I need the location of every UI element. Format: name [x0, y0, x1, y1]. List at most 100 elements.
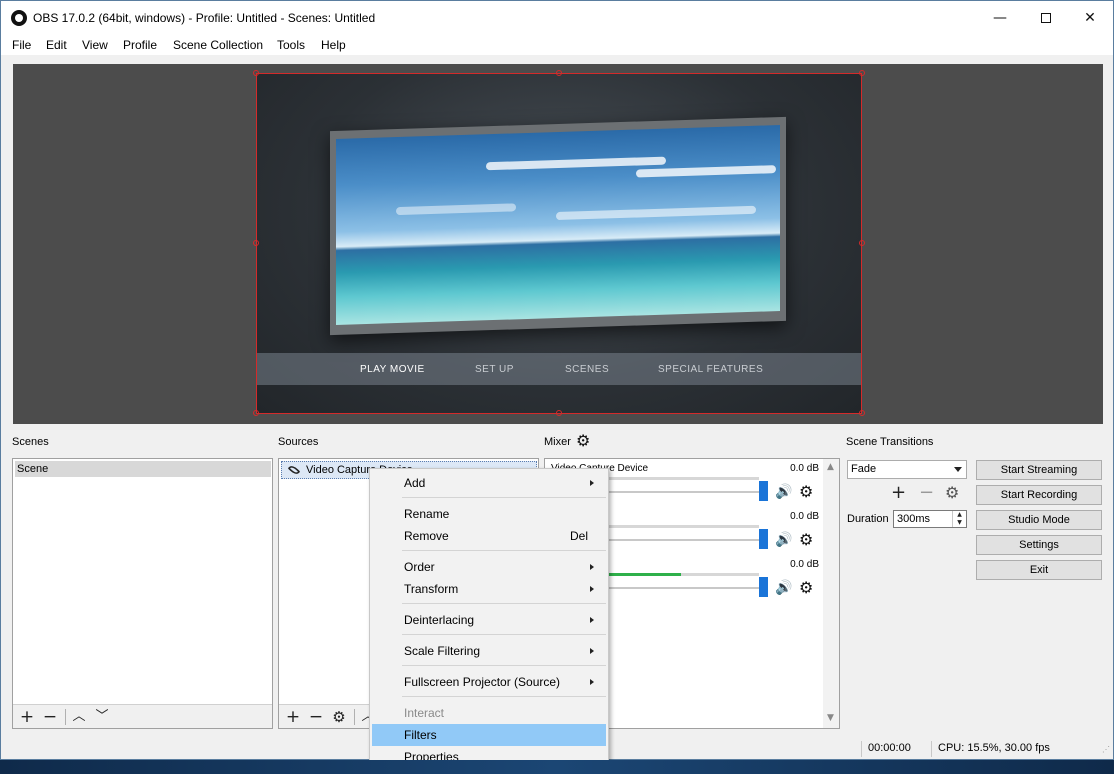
resize-grip-icon[interactable]: ⋰ [1102, 745, 1110, 754]
transition-select-value: Fade [851, 463, 877, 475]
menu-view[interactable]: View [82, 38, 108, 52]
submenu-arrow-icon [590, 617, 594, 623]
menu-profile[interactable]: Profile [123, 38, 157, 52]
close-button[interactable]: ✕ [1067, 1, 1113, 35]
exit-button[interactable]: Exit [976, 560, 1102, 580]
cm-filters[interactable]: Filters [372, 724, 606, 746]
eye-icon[interactable] [287, 463, 301, 477]
cm-fullscreen-projector[interactable]: Fullscreen Projector (Source) [372, 671, 606, 693]
resize-handle[interactable] [253, 240, 259, 246]
remove-transition-icon[interactable]: − [919, 483, 934, 503]
cm-transform-label: Transform [404, 582, 459, 596]
speaker-icon[interactable]: 🔊 [775, 580, 793, 596]
cm-remove[interactable]: Remove Del [372, 525, 606, 547]
menu-separator [402, 634, 606, 635]
cm-add[interactable]: Add [372, 472, 606, 494]
dvd-special-features: SPECIAL FEATURES [658, 364, 764, 375]
volume-slider-knob[interactable] [759, 529, 768, 549]
cm-remove-shortcut: Del [569, 529, 588, 543]
cm-add-label: Add [404, 476, 426, 490]
mixer-scrollbar[interactable]: ▲ ▼ [823, 459, 839, 728]
scroll-down-icon[interactable]: ▼ [827, 713, 834, 723]
cm-transform[interactable]: Transform [372, 578, 606, 600]
duration-label: Duration [847, 513, 889, 525]
gear-icon[interactable]: ⚙ [799, 532, 813, 548]
resize-handle[interactable] [859, 240, 865, 246]
maximize-icon [1041, 13, 1051, 23]
obs-logo-icon [11, 10, 27, 26]
sources-label: Sources [278, 436, 319, 448]
status-cpu: CPU: 15.5%, 30.00 fps [938, 742, 1050, 754]
dvd-set-up: SET UP [475, 364, 514, 375]
scenes-toolbar: + − ︿ ﹀ [13, 704, 272, 728]
video-frame [330, 116, 786, 336]
scroll-up-icon[interactable]: ▲ [827, 462, 834, 472]
preview-canvas[interactable]: PLAY MOVIE SET UP SCENES SPECIAL FEATURE… [256, 73, 862, 414]
menu-bar: File Edit View Profile Scene Collection … [1, 35, 1113, 55]
source-context-menu: Add Rename Remove Del Order Transform Dei… [369, 468, 609, 770]
menu-edit[interactable]: Edit [46, 38, 67, 52]
dvd-menu-bar: PLAY MOVIE SET UP SCENES SPECIAL FEATURE… [257, 353, 861, 385]
menu-separator [402, 665, 606, 666]
menu-scene-collection[interactable]: Scene Collection [173, 38, 263, 52]
cm-interact: Interact [372, 702, 606, 724]
add-source-icon[interactable]: + [282, 707, 304, 727]
add-transition-icon[interactable]: + [891, 483, 906, 503]
volume-slider-knob[interactable] [759, 577, 768, 597]
spin-arrows-icon[interactable]: ▲ ▼ [952, 511, 966, 527]
move-down-icon[interactable]: ﹀ [91, 707, 113, 727]
studio-mode-button[interactable]: Studio Mode [976, 510, 1102, 530]
scenes-panel: Scene + − ︿ ﹀ [12, 458, 273, 729]
menu-separator [402, 603, 606, 604]
volume-slider-knob[interactable] [759, 481, 768, 501]
minimize-button[interactable]: — [977, 1, 1023, 35]
menu-help[interactable]: Help [321, 38, 346, 52]
duration-spinbox[interactable]: 300ms ▲ ▼ [893, 510, 967, 528]
status-separator [861, 741, 862, 757]
cm-rename-label: Rename [404, 507, 450, 521]
start-streaming-button[interactable]: Start Streaming [976, 460, 1102, 480]
settings-button[interactable]: Settings [976, 535, 1102, 555]
maximize-button[interactable] [1023, 1, 1069, 35]
cm-deinterlacing[interactable]: Deinterlacing [372, 609, 606, 631]
speaker-icon[interactable]: 🔊 [775, 532, 793, 548]
resize-handle[interactable] [253, 70, 259, 76]
add-scene-icon[interactable]: + [16, 707, 38, 727]
gear-icon[interactable]: ⚙ [328, 707, 350, 727]
submenu-arrow-icon [590, 564, 594, 570]
cm-order-label: Order [404, 560, 435, 574]
transition-select[interactable]: Fade [847, 460, 967, 479]
resize-handle[interactable] [556, 410, 562, 416]
start-recording-button[interactable]: Start Recording [976, 485, 1102, 505]
gear-icon[interactable]: ⚙ [799, 484, 813, 500]
cm-scale-filtering[interactable]: Scale Filtering [372, 640, 606, 662]
resize-handle[interactable] [859, 410, 865, 416]
cm-rename[interactable]: Rename [372, 503, 606, 525]
cm-scale-filtering-label: Scale Filtering [404, 644, 481, 658]
gear-icon[interactable]: ⚙ [799, 580, 813, 596]
menu-separator [402, 550, 606, 551]
menu-file[interactable]: File [12, 38, 31, 52]
move-up-icon[interactable]: ︿ [68, 707, 90, 727]
remove-source-icon[interactable]: − [305, 707, 327, 727]
mixer-channel-db: 0.0 dB [790, 463, 819, 474]
scene-list-item[interactable]: Scene [15, 461, 271, 477]
gear-icon[interactable]: ⚙ [945, 483, 959, 503]
dvd-scenes: SCENES [565, 364, 610, 375]
cm-deinterlacing-label: Deinterlacing [404, 613, 475, 627]
gear-icon[interactable]: ⚙ [576, 433, 590, 449]
resize-handle[interactable] [253, 410, 259, 416]
submenu-arrow-icon [590, 648, 594, 654]
remove-scene-icon[interactable]: − [39, 707, 61, 727]
cm-order[interactable]: Order [372, 556, 606, 578]
resize-handle[interactable] [859, 70, 865, 76]
scene-transitions-label: Scene Transitions [846, 436, 934, 448]
cloud [556, 205, 756, 221]
menu-tools[interactable]: Tools [277, 38, 305, 52]
cm-filters-label: Filters [404, 728, 437, 742]
resize-handle[interactable] [556, 70, 562, 76]
submenu-arrow-icon [590, 586, 594, 592]
scenes-label: Scenes [12, 436, 49, 448]
preview-area[interactable]: PLAY MOVIE SET UP SCENES SPECIAL FEATURE… [13, 64, 1103, 424]
speaker-icon[interactable]: 🔊 [775, 484, 793, 500]
